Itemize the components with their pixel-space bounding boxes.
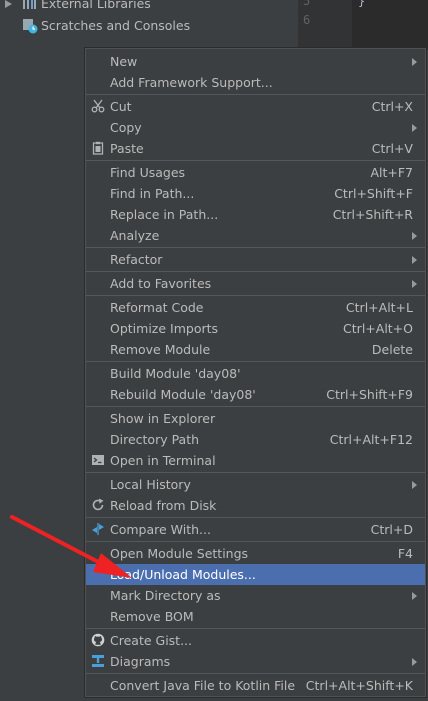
- menu-item-label: Convert Java File to Kotlin File: [110, 678, 296, 693]
- menu-item-label: Refactor: [110, 252, 163, 267]
- menu-item-paste[interactable]: Paste Ctrl+V: [86, 138, 425, 159]
- menu-separator: [86, 472, 425, 473]
- submenu-arrow-icon: [412, 124, 417, 132]
- menu-item-optimize-imports[interactable]: Optimize Imports Ctrl+Alt+O: [86, 318, 425, 339]
- menu-separator: [86, 271, 425, 272]
- menu-item-copy[interactable]: Copy: [86, 117, 425, 138]
- expand-arrow-icon[interactable]: [4, 0, 14, 9]
- menu-item-label: Open in Terminal: [110, 453, 216, 468]
- submenu-arrow-icon: [412, 58, 417, 66]
- menu-item-show-in-explorer[interactable]: Show in Explorer: [86, 408, 425, 429]
- menu-separator: [86, 160, 425, 161]
- shortcut-label: Ctrl+Alt+L: [345, 300, 413, 315]
- shortcut-label: Ctrl+Shift+F9: [326, 387, 413, 402]
- menu-item-label: Add Framework Support...: [110, 75, 273, 90]
- menu-separator: [86, 94, 425, 95]
- menu-separator: [86, 628, 425, 629]
- shortcut-label: Ctrl+D: [370, 522, 413, 537]
- shortcut-label: Ctrl+Shift+F: [334, 186, 413, 201]
- menu-item-label: Paste: [110, 141, 144, 156]
- shortcut-label: Ctrl+Shift+R: [332, 207, 413, 222]
- shortcut-label: Alt+F7: [370, 165, 413, 180]
- menu-item-build-module[interactable]: Build Module 'day08': [86, 363, 425, 384]
- menu-separator: [86, 247, 425, 248]
- menu-item-label: Remove Module: [110, 342, 211, 357]
- menu-item-label: Build Module 'day08': [110, 366, 241, 381]
- menu-item-remove-module[interactable]: Remove Module Delete: [86, 339, 425, 360]
- menu-item-analyze[interactable]: Analyze: [86, 225, 425, 246]
- tree-item-label: Scratches and Consoles: [41, 18, 191, 33]
- menu-item-label: Add to Favorites: [110, 276, 212, 291]
- menu-item-label: New: [110, 54, 138, 69]
- code-text: }: [358, 0, 366, 8]
- diagram-icon: [92, 655, 104, 667]
- code-editor[interactable]: }: [352, 0, 428, 50]
- menu-item-label: Analyze: [110, 228, 160, 243]
- scissors-icon: [91, 99, 105, 113]
- menu-separator: [86, 361, 425, 362]
- submenu-arrow-icon: [412, 592, 417, 600]
- menu-item-add-framework-support[interactable]: Add Framework Support...: [86, 72, 425, 93]
- shortcut-label: F4: [397, 546, 413, 561]
- menu-item-label: Cut: [110, 99, 132, 114]
- line-number: 6: [303, 13, 311, 27]
- menu-item-label: Find in Path...: [110, 186, 195, 201]
- shortcut-label: Ctrl+Alt+O: [343, 321, 413, 336]
- menu-item-new[interactable]: New: [86, 51, 425, 72]
- menu-item-label: Find Usages: [110, 165, 186, 180]
- menu-item-convert-java-to-kotlin[interactable]: Convert Java File to Kotlin File Ctrl+Al…: [86, 675, 425, 696]
- menu-item-label: Directory Path: [110, 432, 200, 447]
- menu-separator: [86, 295, 425, 296]
- library-icon: [23, 0, 36, 9]
- submenu-arrow-icon: [412, 280, 417, 288]
- submenu-arrow-icon: [412, 256, 417, 264]
- menu-item-label: Optimize Imports: [110, 321, 219, 336]
- tree-item-label: External Libraries: [41, 0, 151, 11]
- menu-item-replace-in-path[interactable]: Replace in Path... Ctrl+Shift+R: [86, 204, 425, 225]
- submenu-arrow-icon: [412, 658, 417, 666]
- menu-item-directory-path[interactable]: Directory Path Ctrl+Alt+F12: [86, 429, 425, 450]
- menu-item-add-to-favorites[interactable]: Add to Favorites: [86, 273, 425, 294]
- menu-item-rebuild-module[interactable]: Rebuild Module 'day08' Ctrl+Shift+F9: [86, 384, 425, 405]
- menu-item-find-usages[interactable]: Find Usages Alt+F7: [86, 162, 425, 183]
- menu-item-label: Show in Explorer: [110, 411, 216, 426]
- shortcut-label: Delete: [371, 342, 413, 357]
- menu-separator: [86, 673, 425, 674]
- annotation-arrow-icon: [10, 515, 132, 578]
- line-number: 5: [303, 0, 311, 8]
- menu-item-remove-bom[interactable]: Remove BOM: [86, 606, 425, 627]
- menu-item-create-gist[interactable]: Create Gist...: [86, 630, 425, 651]
- menu-item-label: Diagrams: [110, 654, 171, 669]
- menu-item-label: Create Gist...: [110, 633, 193, 648]
- context-menu: New Add Framework Support... Cut Ctrl+X …: [85, 48, 426, 697]
- menu-item-label: Mark Directory as: [110, 588, 221, 603]
- menu-item-label: Local History: [110, 477, 191, 492]
- shortcut-label: Ctrl+Alt+Shift+K: [305, 678, 413, 693]
- clipboard-icon: [92, 141, 104, 155]
- menu-item-mark-directory-as[interactable]: Mark Directory as: [86, 585, 425, 606]
- menu-item-label: Rebuild Module 'day08': [110, 387, 256, 402]
- menu-separator: [86, 406, 425, 407]
- menu-item-refactor[interactable]: Refactor: [86, 249, 425, 270]
- menu-item-open-in-terminal[interactable]: Open in Terminal: [86, 450, 425, 471]
- menu-item-reformat-code[interactable]: Reformat Code Ctrl+Alt+L: [86, 297, 425, 318]
- submenu-arrow-icon: [412, 481, 417, 489]
- menu-item-label: Copy: [110, 120, 142, 135]
- project-tree: External Libraries Scratches and Console…: [0, 0, 298, 50]
- shortcut-label: Ctrl+V: [371, 141, 413, 156]
- menu-item-local-history[interactable]: Local History: [86, 474, 425, 495]
- line-number-gutter: 5 6: [298, 0, 352, 50]
- shortcut-label: Ctrl+Alt+F12: [329, 432, 413, 447]
- menu-item-label: Replace in Path...: [110, 207, 219, 222]
- scratches-icon: [23, 19, 38, 34]
- menu-item-cut[interactable]: Cut Ctrl+X: [86, 96, 425, 117]
- shortcut-label: Ctrl+X: [371, 99, 413, 114]
- menu-item-label: Remove BOM: [110, 609, 194, 624]
- submenu-arrow-icon: [412, 232, 417, 240]
- terminal-icon: [92, 455, 104, 465]
- menu-item-label: Reformat Code: [110, 300, 204, 315]
- github-icon: [91, 633, 105, 647]
- menu-item-find-in-path[interactable]: Find in Path... Ctrl+Shift+F: [86, 183, 425, 204]
- menu-item-diagrams[interactable]: Diagrams: [86, 651, 425, 672]
